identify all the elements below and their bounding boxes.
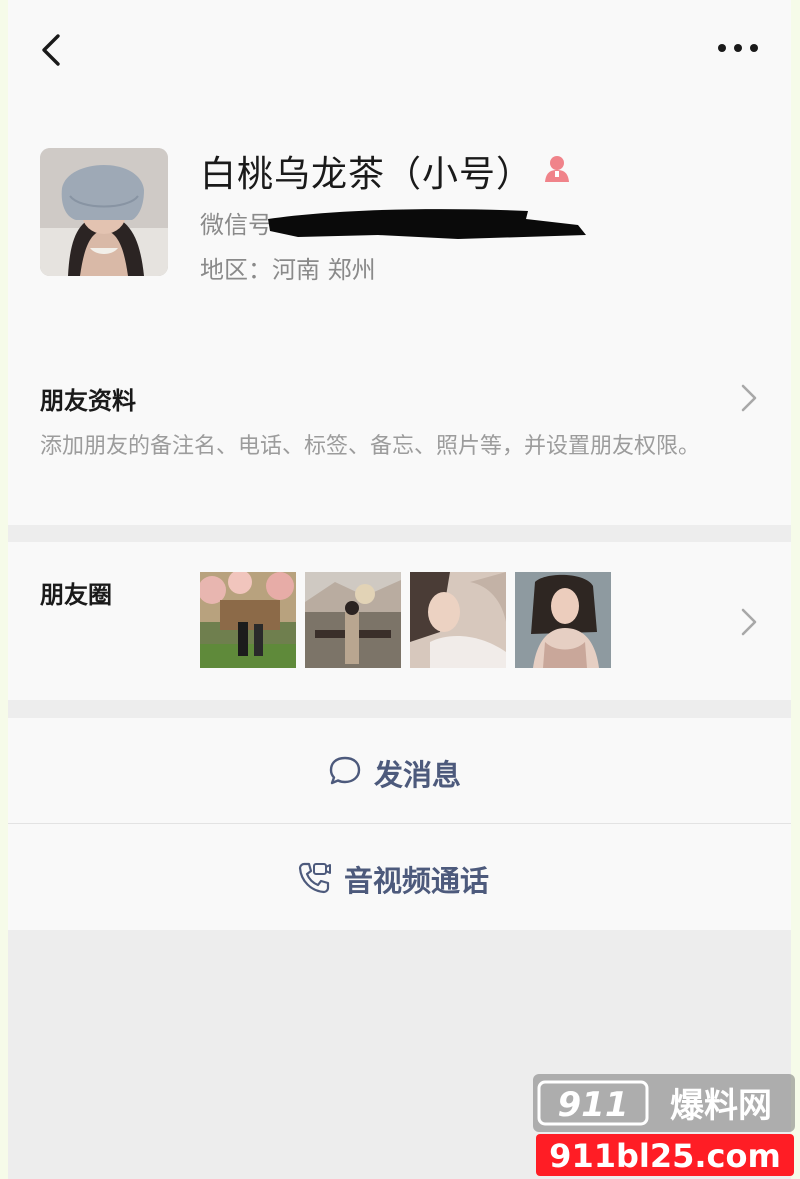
nav-bar [8,0,791,100]
chevron-right-icon [741,608,757,636]
avatar-image [40,148,168,276]
moments-photo [410,572,506,668]
avatar[interactable] [40,148,168,276]
redaction-mark [268,209,586,239]
svg-text:爆料网: 爆料网 [670,1086,772,1126]
svg-text:911bl25.com: 911bl25.com [549,1137,781,1175]
moments-row[interactable]: 朋友圈 [8,542,791,700]
profile-screen: 白桃乌龙茶（小号） 微信号 地区：河南 郑州 朋友资料 添加朋友的备注名、电话、… [8,0,791,1179]
svg-text:911: 911 [558,1085,629,1125]
female-gender-icon [545,156,569,182]
back-arrow-icon[interactable] [38,30,68,70]
more-options-icon[interactable] [716,36,760,60]
chat-bubble-icon [329,756,361,785]
nickname: 白桃乌龙茶（小号） [200,154,534,195]
send-message-label: 发消息 [374,758,462,792]
moments-photo [200,572,296,668]
send-message-button[interactable]: 发消息 [8,718,791,823]
moments-photo [305,572,401,668]
region: 地区：河南 郑州 [200,256,376,284]
moments-photo [515,572,611,668]
friend-info-row[interactable]: 朋友资料 添加朋友的备注名、电话、标签、备忘、照片等，并设置朋友权限。 [8,345,791,525]
actions-panel: 发消息 音视频通话 [8,718,791,930]
profile-header: 白桃乌龙茶（小号） 微信号 地区：河南 郑州 [8,0,791,345]
moments-title: 朋友圈 [40,581,112,609]
friend-info-title: 朋友资料 [40,387,136,415]
friend-info-description: 添加朋友的备注名、电话、标签、备忘、照片等，并设置朋友权限。 [40,434,701,459]
watermark-logo: 911 爆料网 [533,1074,795,1132]
av-call-label: 音视频通话 [344,864,490,898]
chevron-right-icon [741,384,757,412]
av-call-button[interactable]: 音视频通话 [8,824,791,929]
watermark-url: 911bl25.com [536,1134,794,1176]
video-call-icon [298,862,331,894]
